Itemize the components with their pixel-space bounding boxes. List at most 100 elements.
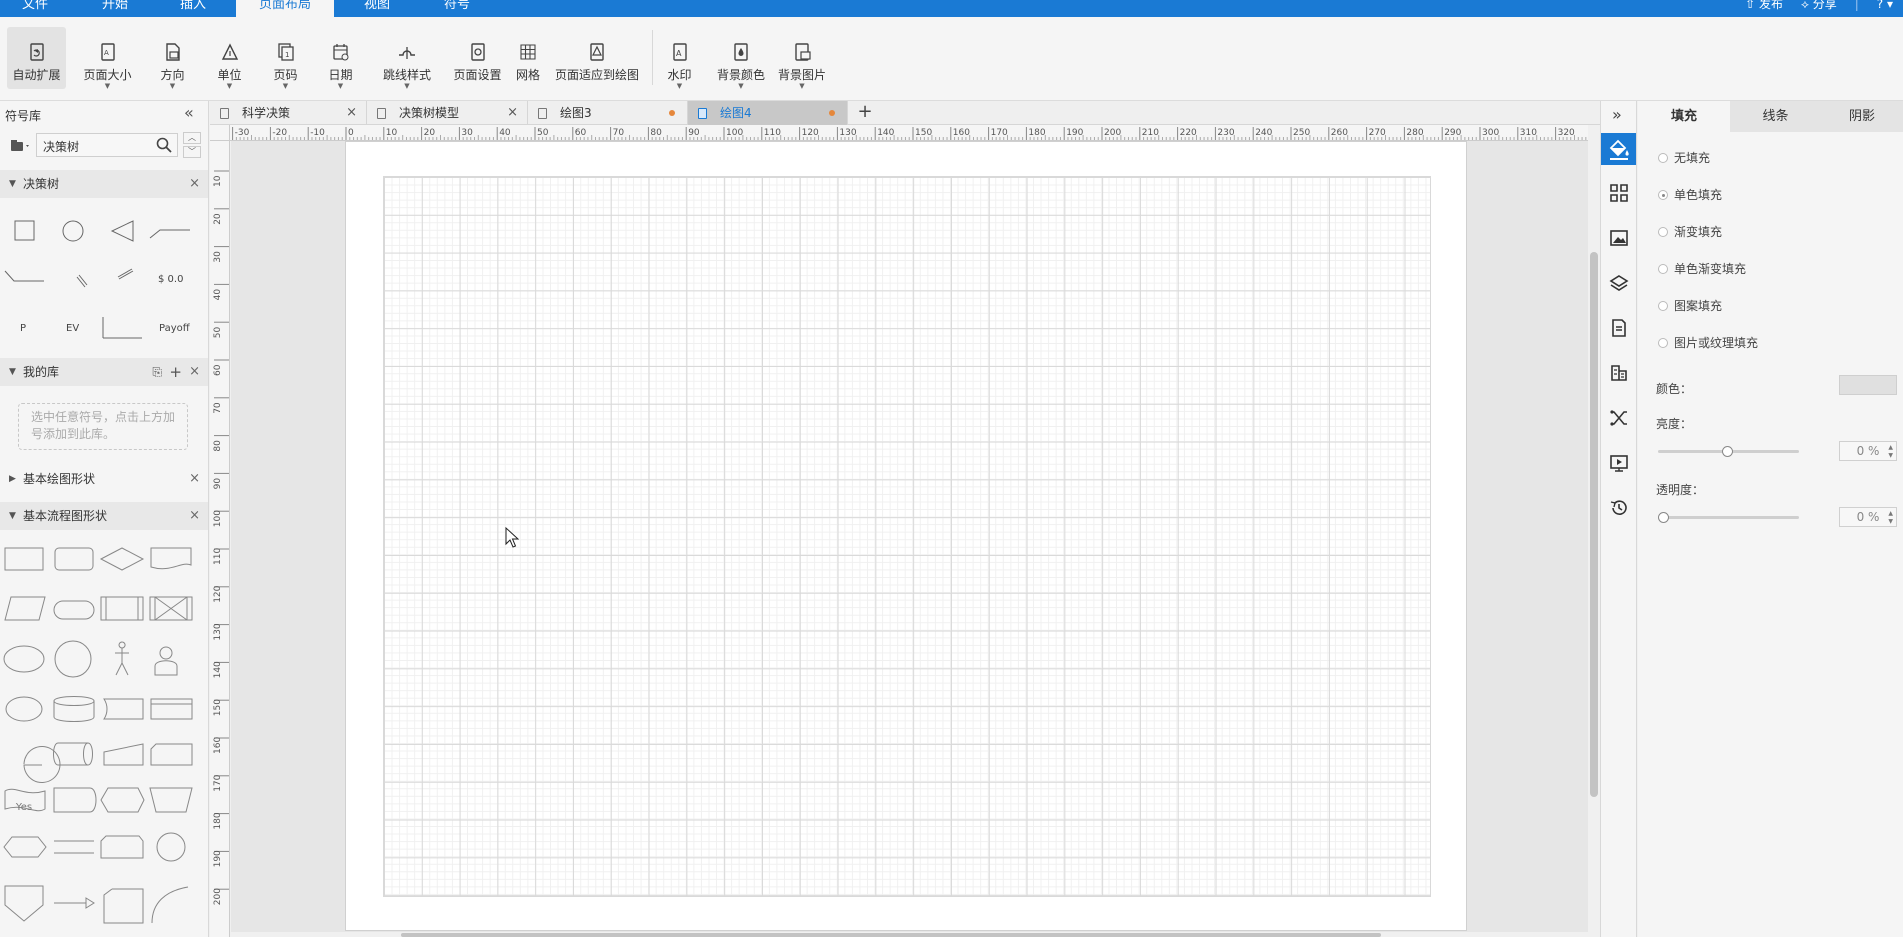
tab-line[interactable]: 线条 bbox=[1730, 101, 1821, 132]
search-next-button[interactable]: ﹀ bbox=[183, 146, 201, 158]
section-basic-drawing[interactable]: ▶ 基本绘图形状 × bbox=[0, 465, 208, 493]
history-icon[interactable] bbox=[1609, 498, 1629, 518]
grid-button[interactable]: 网格 bbox=[513, 27, 543, 89]
shape-data[interactable] bbox=[4, 596, 46, 621]
add-tab-button[interactable]: + bbox=[855, 101, 875, 125]
shape-manual-operation[interactable] bbox=[149, 596, 193, 621]
section-decision-tree[interactable]: ▼ 决策树 × bbox=[0, 170, 208, 198]
radio-button[interactable] bbox=[1658, 264, 1668, 274]
shape-stored-data[interactable] bbox=[103, 698, 144, 720]
page-number-button[interactable]: 1 页码 ▼ bbox=[263, 27, 308, 90]
bg-image-button[interactable]: 背景图片 ▼ bbox=[776, 27, 828, 90]
shape-manual-input[interactable] bbox=[103, 743, 144, 766]
radio-button[interactable] bbox=[1658, 301, 1668, 311]
close-icon[interactable]: × bbox=[189, 358, 200, 386]
shape-axis-label[interactable] bbox=[102, 317, 142, 339]
page-icon[interactable] bbox=[1609, 318, 1629, 338]
menu-symbol[interactable]: 符号 bbox=[422, 0, 492, 17]
orientation-button[interactable]: 方向 ▼ bbox=[150, 27, 195, 90]
expand-right-icon[interactable]: » bbox=[1612, 105, 1622, 124]
import-icon[interactable]: ⎘ bbox=[152, 358, 162, 386]
radio-button-selected[interactable] bbox=[1658, 190, 1668, 200]
transparency-input[interactable]: 0 % ▲ ▼ bbox=[1839, 507, 1897, 527]
menu-page-layout[interactable]: 页面布局 bbox=[236, 0, 334, 17]
canvas-area[interactable] bbox=[231, 141, 1589, 937]
shape-process[interactable] bbox=[4, 547, 44, 571]
shape-parallel-mode[interactable] bbox=[54, 840, 94, 854]
shape-double-slash[interactable] bbox=[117, 268, 134, 280]
menu-view[interactable]: 视图 bbox=[342, 0, 412, 17]
close-icon[interactable]: × bbox=[189, 170, 200, 198]
shape-loop-limit[interactable] bbox=[100, 835, 144, 859]
shape-predefined-process[interactable] bbox=[100, 596, 144, 621]
shape-branch-down[interactable] bbox=[4, 270, 44, 282]
unit-button[interactable]: 单位 ▼ bbox=[207, 27, 252, 90]
section-my-library[interactable]: ▼ 我的库 ⎘ + × bbox=[0, 358, 208, 386]
shape-yes-ellipse[interactable] bbox=[5, 696, 43, 722]
tab-document[interactable]: 决策树模型 × bbox=[367, 101, 528, 125]
shape-sequential-data[interactable] bbox=[23, 746, 61, 783]
shape-payoff[interactable]: Payoff bbox=[159, 323, 190, 334]
help-button[interactable]: ? ▾ bbox=[1877, 0, 1893, 17]
transparency-slider[interactable] bbox=[1658, 516, 1799, 519]
radio-button[interactable] bbox=[1658, 227, 1668, 237]
shape-branch-up[interactable] bbox=[149, 229, 190, 239]
org-chart-icon[interactable] bbox=[1609, 363, 1629, 383]
share-button[interactable]: ⟡ 分享 bbox=[1801, 0, 1837, 17]
shape-decision-node[interactable] bbox=[14, 220, 35, 241]
shape-document[interactable] bbox=[150, 547, 192, 570]
shape-person[interactable] bbox=[154, 646, 178, 676]
close-icon[interactable]: × bbox=[346, 101, 357, 125]
menu-file[interactable]: 文件 bbox=[0, 0, 70, 17]
search-prev-button[interactable]: ︿ bbox=[183, 132, 201, 144]
tab-fill[interactable]: 填充 bbox=[1638, 101, 1730, 132]
publish-button[interactable]: ⇧ 发布 bbox=[1745, 0, 1783, 17]
date-button[interactable]: 日期 ▼ bbox=[318, 27, 363, 90]
radio-button[interactable] bbox=[1658, 338, 1668, 348]
fill-panel-button[interactable] bbox=[1601, 133, 1636, 165]
bg-color-button[interactable]: 背景颜色 ▼ bbox=[715, 27, 767, 90]
layers-icon[interactable] bbox=[1609, 273, 1629, 293]
collapse-left-icon[interactable]: « bbox=[184, 103, 194, 122]
shape-delay[interactable] bbox=[53, 787, 97, 813]
shape-database[interactable] bbox=[53, 696, 95, 722]
tab-shadow[interactable]: 阴影 bbox=[1821, 101, 1903, 132]
shape-cut-mark[interactable] bbox=[76, 276, 86, 288]
shape-terminator[interactable] bbox=[53, 600, 95, 620]
auto-expand-button[interactable]: 自动扩展 bbox=[7, 27, 66, 89]
shape-manual-loop[interactable] bbox=[149, 787, 193, 813]
spin-down-icon[interactable]: ▼ bbox=[1888, 518, 1893, 525]
shape-card[interactable] bbox=[150, 743, 193, 766]
shape-arrow-line[interactable] bbox=[54, 897, 95, 909]
shape-end-node[interactable] bbox=[110, 220, 134, 242]
brightness-slider-handle[interactable] bbox=[1722, 446, 1734, 457]
shape-display[interactable] bbox=[100, 787, 145, 813]
page-grid[interactable] bbox=[383, 176, 1431, 897]
shape-chance-node[interactable] bbox=[62, 220, 84, 242]
spin-up-icon[interactable]: ▲ bbox=[1888, 444, 1893, 451]
shape-off-page[interactable] bbox=[4, 885, 44, 922]
shape-actor[interactable] bbox=[115, 641, 129, 676]
shape-internal-storage[interactable] bbox=[150, 698, 193, 720]
spin-up-icon[interactable]: ▲ bbox=[1888, 510, 1893, 517]
vertical-scrollbar[interactable] bbox=[1588, 141, 1600, 937]
spin-down-icon[interactable]: ▼ bbox=[1888, 452, 1893, 459]
menu-home[interactable]: 开始 bbox=[80, 0, 150, 17]
section-basic-flowchart[interactable]: ▼ 基本流程图形状 × bbox=[0, 502, 208, 530]
color-picker[interactable] bbox=[1839, 375, 1897, 395]
presentation-icon[interactable] bbox=[1609, 453, 1629, 473]
jump-line-style-button[interactable]: 跳线样式 ▼ bbox=[378, 27, 436, 90]
shape-decision[interactable] bbox=[99, 547, 145, 571]
shape-annotation[interactable] bbox=[103, 888, 144, 924]
library-select-button[interactable] bbox=[10, 139, 32, 156]
shape-expected-value[interactable]: EV bbox=[66, 323, 79, 334]
tab-document-active[interactable]: 绘图4 bbox=[688, 101, 848, 125]
brightness-input[interactable]: 0 % ▲ ▼ bbox=[1839, 441, 1897, 461]
search-icon[interactable] bbox=[156, 137, 172, 153]
transparency-slider-handle[interactable] bbox=[1658, 512, 1669, 523]
close-icon[interactable]: × bbox=[507, 101, 518, 125]
shape-alt-process[interactable] bbox=[54, 547, 94, 571]
close-icon[interactable]: × bbox=[189, 465, 200, 493]
horizontal-scrollbar[interactable] bbox=[231, 932, 1588, 937]
tab-document[interactable]: 绘图3 bbox=[528, 101, 688, 125]
